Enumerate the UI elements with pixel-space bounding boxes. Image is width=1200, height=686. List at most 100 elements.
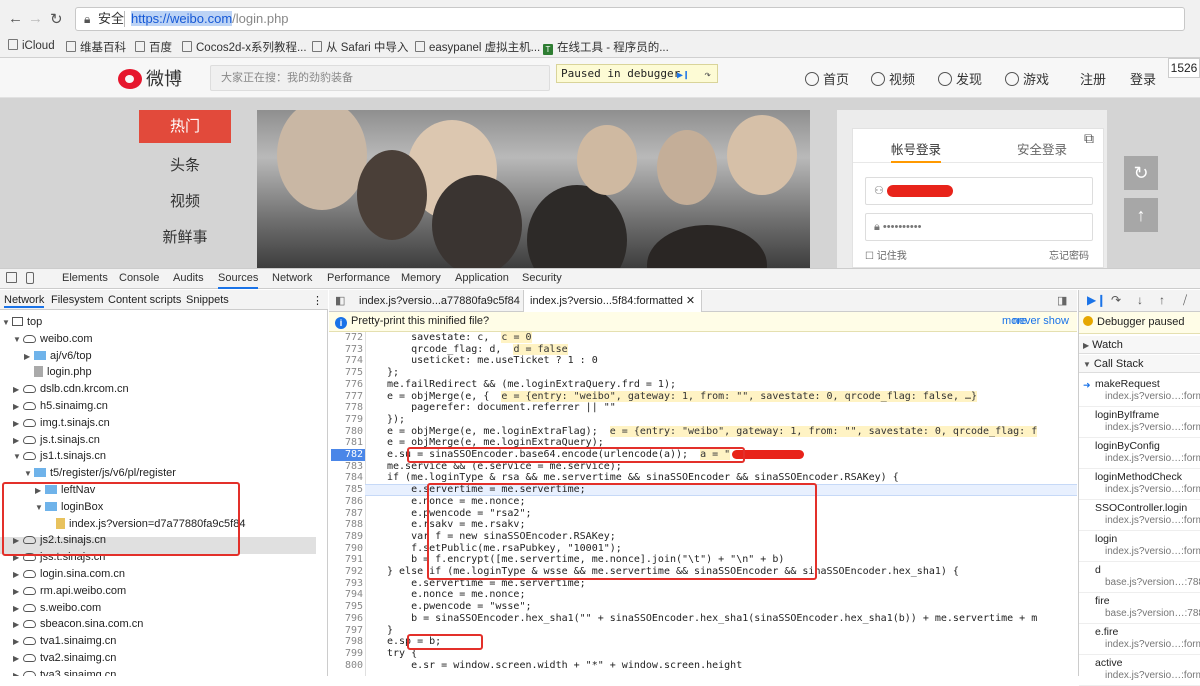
line-number[interactable]: 779: [329, 414, 363, 426]
step-into-icon[interactable]: ↓: [1137, 293, 1143, 307]
toggle-debugger-icon[interactable]: ◨: [1051, 290, 1073, 312]
line-number[interactable]: 791: [329, 554, 363, 566]
step-out-icon[interactable]: ↑: [1159, 293, 1165, 307]
nav-home[interactable]: 首页: [805, 69, 849, 88]
line-number[interactable]: 798: [329, 636, 363, 648]
nav-discover[interactable]: 发现: [938, 69, 982, 88]
forward-icon[interactable]: →: [28, 10, 43, 27]
call-stack-frame[interactable]: loginByConfig index.js?versio…:form: [1079, 438, 1200, 469]
call-stack-frame[interactable]: d base.js?version…:788: [1079, 562, 1200, 593]
nav-register[interactable]: 注册: [1080, 69, 1106, 88]
nav-tab-content-scripts[interactable]: Content scripts: [108, 294, 181, 306]
watch-section[interactable]: ▶ Watch: [1079, 336, 1200, 354]
tree-item[interactable]: ▶ sbeacon.sina.com.cn: [13, 616, 143, 633]
tab-security[interactable]: Security: [522, 272, 562, 284]
call-stack-frame[interactable]: SSOController.login index.js?versio…:form: [1079, 500, 1200, 531]
line-number[interactable]: 788: [329, 519, 363, 531]
reload-icon[interactable]: ↻: [50, 10, 63, 28]
bookmark-item[interactable]: T 在线工具 - 程序员的...: [543, 39, 669, 55]
tree-item[interactable]: ▶ img.t.sinajs.cn: [13, 415, 110, 432]
inspect-icon[interactable]: [6, 272, 17, 283]
toggle-navigator-icon[interactable]: ◧: [329, 290, 351, 312]
line-number[interactable]: 773: [329, 344, 363, 356]
tab-network[interactable]: Network: [272, 272, 312, 284]
nav-tab-filesystem[interactable]: Filesystem: [51, 294, 104, 306]
line-number[interactable]: 790: [329, 543, 363, 555]
tree-item[interactable]: ▶ s.weibo.com: [13, 600, 101, 617]
line-number[interactable]: 777: [329, 391, 363, 403]
tab-sources[interactable]: Sources: [218, 272, 259, 289]
line-number[interactable]: 776: [329, 379, 363, 391]
line-number[interactable]: 800: [329, 660, 363, 672]
resume-icon[interactable]: ▶❙: [677, 67, 689, 84]
editor-tab-active[interactable]: index.js?versio...5f84:formatted ✕: [523, 290, 703, 312]
nav-tab-snippets[interactable]: Snippets: [186, 294, 229, 306]
call-stack-frame[interactable]: loginMethodCheck index.js?versio…:form: [1079, 469, 1200, 500]
line-number[interactable]: 781: [329, 437, 363, 449]
qrcode-toggle-icon[interactable]: ⧉: [1084, 130, 1094, 147]
step-over-icon[interactable]: ↷: [1111, 293, 1121, 307]
breakpoint-marker[interactable]: 782: [331, 449, 365, 461]
back-icon[interactable]: ←: [8, 10, 23, 27]
call-stack-frame[interactable]: ➜ makeRequest index.js?versio…:form: [1079, 376, 1200, 407]
address-bar[interactable]: 🔒︎ 安全 https://weibo.com/login.php: [75, 7, 1185, 31]
search-input[interactable]: 大家正在搜：我的劲豹装备: [210, 65, 550, 91]
tree-item[interactable]: ▶ tva2.sinaimg.cn: [13, 650, 116, 667]
nav-video[interactable]: 视频: [871, 69, 915, 88]
bookmark-item[interactable]: easypanel 虚拟主机...: [415, 39, 540, 55]
nav-games[interactable]: 游戏: [1005, 69, 1049, 88]
line-number[interactable]: 796: [329, 613, 363, 625]
bookmark-item[interactable]: 从 Safari 中导入: [312, 39, 408, 55]
line-number[interactable]: 783: [329, 461, 363, 473]
line-number[interactable]: 795: [329, 601, 363, 613]
forgot-password-link[interactable]: 忘记密码: [1049, 247, 1089, 262]
line-number[interactable]: 772: [329, 332, 363, 344]
tree-item[interactable]: ▶ rm.api.weibo.com: [13, 583, 126, 600]
line-number[interactable]: 793: [329, 578, 363, 590]
line-number[interactable]: 785: [329, 484, 363, 496]
line-number[interactable]: 775: [329, 367, 363, 379]
bookmark-item[interactable]: Cocos2d-x系列教程...: [182, 39, 307, 55]
line-number[interactable]: 774: [329, 355, 363, 367]
line-number[interactable]: 789: [329, 531, 363, 543]
username-field[interactable]: ⚇: [865, 177, 1093, 205]
back-to-top-icon[interactable]: ↑: [1124, 198, 1158, 232]
tree-item[interactable]: ▼ js1.t.sinajs.cn: [13, 448, 106, 465]
tree-item[interactable]: ▶ tva1.sinaimg.cn: [13, 633, 116, 650]
line-number[interactable]: 792: [329, 566, 363, 578]
tree-item[interactable]: login.php: [24, 364, 92, 381]
never-show-link[interactable]: never show: [1013, 312, 1069, 331]
call-stack-frame[interactable]: login index.js?versio…:form: [1079, 531, 1200, 562]
tree-item[interactable]: ▼ t5/register/js/v6/pl/register: [24, 465, 176, 482]
deactivate-breakpoints-icon[interactable]: ⧸: [1183, 293, 1187, 308]
tree-item[interactable]: ▶ login.sina.com.cn: [13, 566, 125, 583]
tab-application[interactable]: Application: [455, 272, 509, 284]
step-over-icon[interactable]: ↷: [704, 66, 711, 83]
call-stack-section[interactable]: ▼ Call Stack: [1079, 355, 1200, 373]
editor-tab[interactable]: index.js?versio...a77880fa9c5f84: [353, 290, 526, 312]
tab-audits[interactable]: Audits: [173, 272, 204, 284]
line-number[interactable]: 797: [329, 625, 363, 637]
tree-item[interactable]: ▶ dslb.cdn.krcom.cn: [13, 381, 129, 398]
line-number[interactable]: 778: [329, 402, 363, 414]
remember-me-checkbox[interactable]: ☐ 记住我: [865, 247, 907, 262]
tree-item[interactable]: ▶ aj/v6/top: [24, 348, 92, 365]
device-toggle-icon[interactable]: [26, 272, 34, 284]
bookmark-item[interactable]: iCloud: [8, 39, 55, 52]
tab-memory[interactable]: Memory: [401, 272, 441, 284]
line-number[interactable]: 784: [329, 472, 363, 484]
side-nav-item[interactable]: 视频: [139, 190, 231, 211]
tab-account-login[interactable]: 帐号登录: [853, 139, 979, 163]
line-number[interactable]: 787: [329, 508, 363, 520]
call-stack-frame[interactable]: fire base.js?version…:788: [1079, 593, 1200, 624]
bookmark-item[interactable]: 维基百科: [66, 39, 126, 55]
weibo-logo[interactable]: 微博: [118, 65, 182, 91]
tree-item[interactable]: ▼ top: [2, 314, 42, 331]
nav-login[interactable]: 登录: [1130, 69, 1156, 88]
tree-item[interactable]: ▶ h5.sinaimg.cn: [13, 398, 108, 415]
code-view[interactable]: 772 savestate: c, c = 0 773 qrcode_flag: …: [329, 332, 1077, 676]
tree-item[interactable]: ▶ js.t.sinajs.cn: [13, 432, 100, 449]
side-nav-item[interactable]: 头条: [139, 154, 231, 175]
side-nav-hot[interactable]: 热门: [139, 110, 231, 143]
refresh-icon[interactable]: ↻: [1124, 156, 1158, 190]
